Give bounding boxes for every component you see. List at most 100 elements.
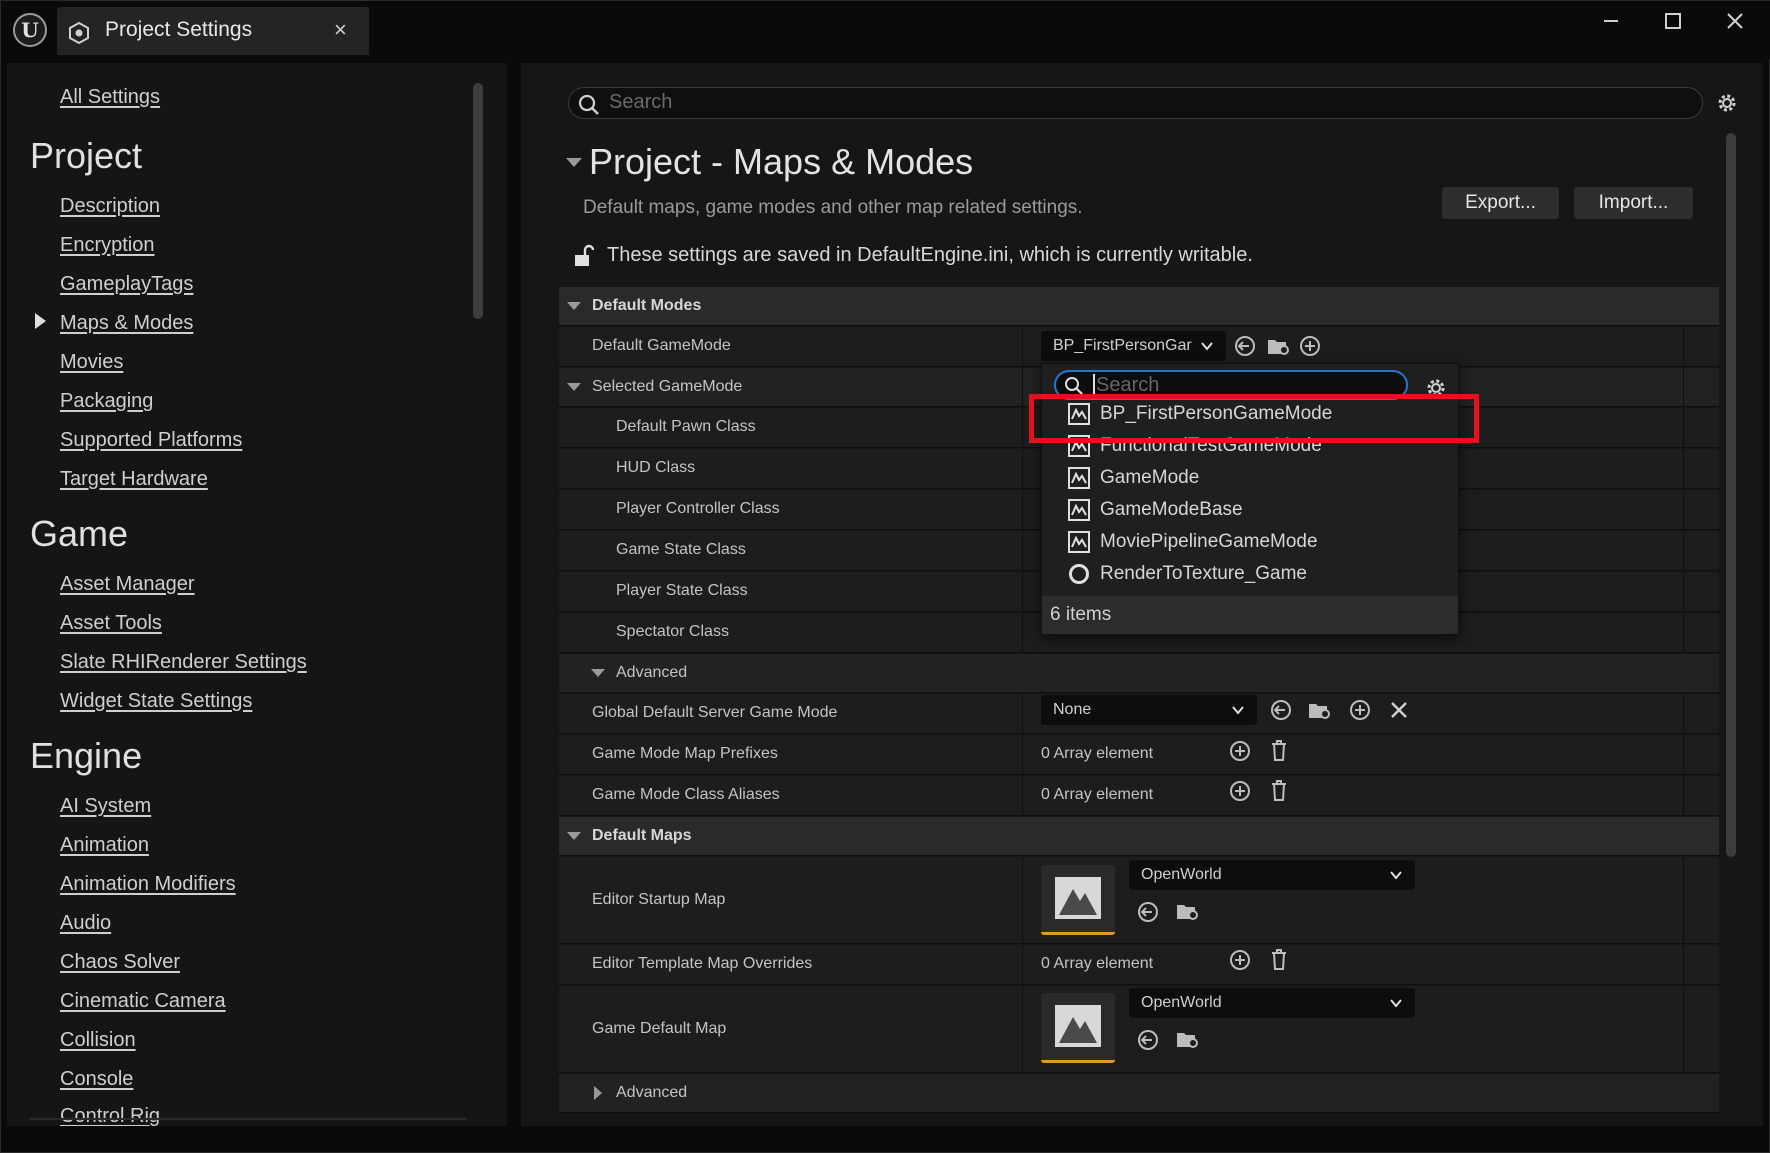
nav-item-encryption[interactable]: Encryption (60, 234, 155, 257)
editor-startup-map-combo[interactable]: OpenWorld (1129, 860, 1415, 890)
picker-item-gamemodebase[interactable]: GameModeBase (1064, 494, 1444, 526)
map-icon (1055, 877, 1101, 919)
picker-item-count: 6 items (1050, 604, 1112, 625)
import-button[interactable]: Import... (1574, 187, 1693, 219)
add-icon[interactable] (1349, 699, 1371, 721)
prop-label: Global Default Server Game Mode (592, 704, 838, 721)
text-caret (1093, 374, 1095, 396)
picker-footer: 6 items (1042, 596, 1458, 634)
writable-note: These settings are saved in DefaultEngin… (607, 244, 1253, 266)
prop-label: Spectator Class (616, 623, 729, 640)
page-title: Project - Maps & Modes (589, 141, 974, 182)
combo-value: BP_FirstPersonGar (1053, 337, 1192, 354)
project-settings-window: Project Settings × All Settings Project … (0, 0, 1770, 1153)
tab-title: Project Settings (105, 18, 253, 41)
picker-item-rendertotexture-game[interactable]: RenderToTexture_Game (1064, 558, 1444, 590)
add-icon[interactable] (1299, 335, 1321, 357)
maximize-icon (1665, 13, 1681, 29)
nav-item-slate-rhirenderer[interactable]: Slate RHIRenderer Settings (60, 651, 307, 674)
global-default-server-combo[interactable]: None (1041, 695, 1257, 725)
main-scrollbar[interactable] (1726, 133, 1736, 857)
array-count: 0 Array element (1041, 955, 1154, 972)
picker-item-label: RenderToTexture_Game (1100, 563, 1307, 584)
row-editor-template-map-overrides: Editor Template Map Overrides 0 Array el… (559, 945, 1719, 985)
browse-folder-icon[interactable] (1307, 699, 1331, 721)
chevron-down-icon (1390, 871, 1402, 880)
default-gamemode-combo[interactable]: BP_FirstPersonGar (1041, 331, 1226, 361)
category-advanced-maps[interactable]: Advanced (559, 1074, 1719, 1113)
nav-item-cinematic-camera[interactable]: Cinematic Camera (60, 990, 226, 1013)
nav-item-animation[interactable]: Animation (60, 834, 149, 857)
nav-item-collision[interactable]: Collision (60, 1029, 136, 1052)
add-element-icon[interactable] (1229, 780, 1251, 802)
minimize-button[interactable] (1591, 11, 1631, 39)
nav-item-supported-platforms[interactable]: Supported Platforms (60, 429, 242, 452)
close-window-button[interactable] (1715, 11, 1755, 39)
clear-icon[interactable] (1389, 700, 1409, 720)
chevron-down-icon (1201, 342, 1213, 351)
game-default-map-thumbnail[interactable] (1041, 993, 1115, 1063)
nav-all-settings[interactable]: All Settings (60, 86, 160, 109)
nav-item-target-hardware[interactable]: Target Hardware (60, 468, 208, 491)
picker-item-gamemode[interactable]: GameMode (1064, 462, 1444, 494)
expand-arrow-icon (567, 302, 581, 310)
use-selected-icon[interactable] (1137, 1029, 1159, 1051)
nav-item-control-rig[interactable]: Control Rig (60, 1105, 160, 1126)
category-default-modes[interactable]: Default Modes (559, 287, 1719, 326)
browse-folder-icon[interactable] (1175, 900, 1199, 922)
nav-item-movies[interactable]: Movies (60, 351, 123, 374)
title-bar: Project Settings × (1, 1, 1770, 59)
nav-item-asset-tools[interactable]: Asset Tools (60, 612, 162, 635)
nav-item-widget-state[interactable]: Widget State Settings (60, 690, 252, 713)
gamemode-blueprint-icon (1068, 499, 1090, 521)
prop-label: Player State Class (616, 582, 748, 599)
prop-label: Player Controller Class (616, 500, 780, 517)
editor-startup-map-thumbnail[interactable] (1041, 865, 1115, 935)
nav-item-description[interactable]: Description (60, 195, 160, 218)
use-selected-icon[interactable] (1270, 699, 1292, 721)
nav-item-maps-modes[interactable]: Maps & Modes (60, 312, 193, 335)
nav-item-chaos-solver[interactable]: Chaos Solver (60, 951, 180, 974)
nav-item-animation-modifiers[interactable]: Animation Modifiers (60, 873, 236, 896)
export-button[interactable]: Export... (1442, 187, 1559, 219)
collapse-section-icon[interactable] (566, 158, 582, 167)
browse-folder-icon[interactable] (1266, 335, 1290, 357)
picker-item-label: MoviePipelineGameMode (1100, 531, 1318, 552)
page-description: Default maps, game modes and other map r… (583, 197, 1083, 218)
settings-search-input[interactable] (568, 87, 1703, 119)
expand-arrow-icon (591, 669, 605, 677)
use-selected-icon[interactable] (1234, 335, 1256, 357)
nav-item-audio[interactable]: Audio (60, 912, 111, 935)
add-element-icon[interactable] (1229, 949, 1251, 971)
add-element-icon[interactable] (1229, 740, 1251, 762)
trash-icon[interactable] (1269, 739, 1289, 763)
nav-item-ai-system[interactable]: AI System (60, 795, 151, 818)
use-selected-icon[interactable] (1137, 901, 1159, 923)
settings-gear-icon[interactable] (1715, 91, 1739, 115)
game-default-map-combo[interactable]: OpenWorld (1129, 988, 1415, 1018)
prop-label: Game Mode Map Prefixes (592, 745, 778, 762)
trash-icon[interactable] (1269, 948, 1289, 972)
tab-close-icon[interactable]: × (334, 17, 347, 43)
nav-item-asset-manager[interactable]: Asset Manager (60, 573, 195, 596)
nav-scrollbar[interactable] (473, 83, 483, 319)
picker-item-moviepipelinegamemode[interactable]: MoviePipelineGameMode (1064, 526, 1444, 558)
category-advanced[interactable]: Advanced (559, 654, 1719, 693)
browse-folder-icon[interactable] (1175, 1028, 1199, 1050)
unlocked-icon (575, 244, 595, 266)
settings-tab-icon (69, 21, 89, 45)
nav-item-packaging[interactable]: Packaging (60, 390, 153, 413)
circle-asset-icon (1069, 564, 1089, 584)
category-default-maps[interactable]: Default Maps (559, 817, 1719, 856)
expand-arrow-icon (567, 383, 581, 391)
nav-item-console[interactable]: Console (60, 1068, 133, 1091)
row-game-mode-class-aliases: Game Mode Class Aliases 0 Array element (559, 776, 1719, 816)
prop-label: Default Pawn Class (616, 418, 756, 435)
chevron-down-icon (1232, 706, 1244, 715)
trash-icon[interactable] (1269, 779, 1289, 803)
unreal-engine-logo-icon[interactable] (13, 13, 47, 47)
maximize-button[interactable] (1653, 11, 1693, 39)
close-icon (1727, 13, 1743, 29)
nav-item-gameplaytags[interactable]: GameplayTags (60, 273, 193, 296)
category-label: Advanced (616, 664, 688, 681)
